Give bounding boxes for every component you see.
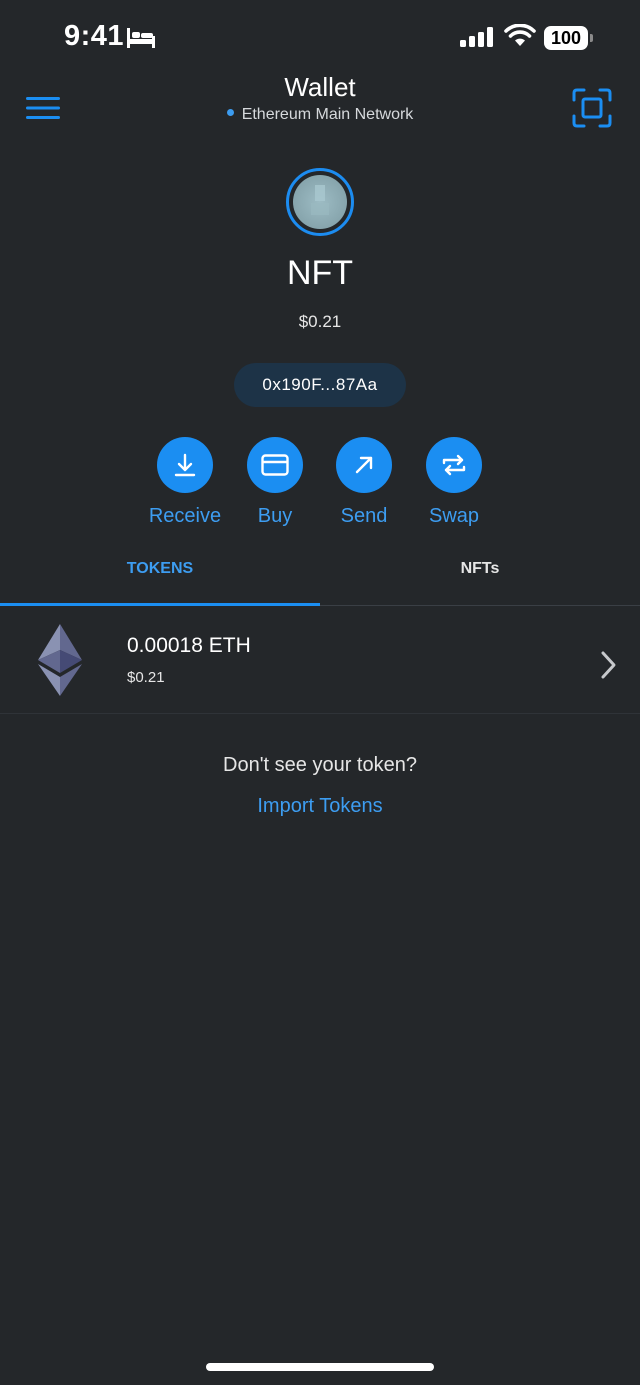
network-selector[interactable]: Ethereum Main Network [0,106,640,124]
tab-nfts[interactable]: NFTs [320,560,640,578]
send-label: Send [340,505,388,527]
network-name: Ethereum Main Network [241,106,414,123]
battery-icon: 100 [544,26,594,50]
receive-icon [174,453,196,477]
card-icon [261,454,289,476]
import-hint-text: Don't see your token? [223,754,417,776]
network-status-dot [226,109,234,117]
chevron-right-icon [601,651,616,679]
scan-icon[interactable] [572,88,612,128]
send-button[interactable]: Send [319,437,409,528]
home-indicator[interactable] [206,1363,434,1371]
receive-label: Receive [148,505,222,527]
status-time: 9:41 [64,20,125,52]
buy-label: Buy [257,505,293,527]
bed-icon [127,28,155,48]
swap-label: Swap [428,505,480,527]
token-fiat-value: $0.21 [127,669,165,686]
send-arrow-icon [355,456,373,474]
account-address-pill[interactable]: 0x190F...87Aa [234,363,406,407]
eth-logo-icon [38,624,82,696]
account-name: NFT [286,254,354,292]
swap-icon [442,454,466,476]
swap-button[interactable]: Swap [409,437,499,528]
wallet-screen: 9:41 100 Wallet Ethereum Main Network NF… [0,0,640,1385]
status-bar: 9:41 100 [0,0,640,80]
token-amount: 0.00018 ETH [127,634,251,657]
wifi-icon [504,24,536,46]
battery-level: 100 [544,26,588,50]
import-tokens-link[interactable]: Import Tokens [0,795,640,818]
receive-button[interactable]: Receive [140,437,230,528]
identicon-avatar[interactable] [286,168,354,236]
token-row-eth[interactable]: 0.00018 ETH $0.21 [0,606,640,714]
account-balance: $0.21 [298,312,342,331]
buy-button[interactable]: Buy [230,437,320,528]
signal-icon [460,27,493,47]
page-title: Wallet [284,72,356,102]
tab-tokens[interactable]: TOKENS [0,560,320,578]
